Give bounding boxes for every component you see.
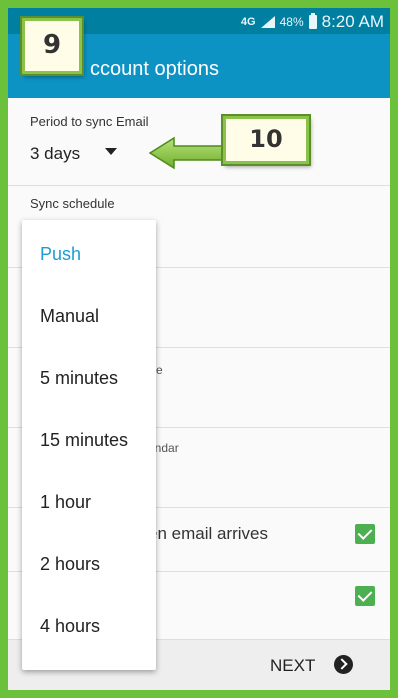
sync-schedule-dropdown: Push Manual 5 minutes 15 minutes 1 hour … (22, 220, 156, 670)
sync-period-value[interactable]: 3 days (30, 144, 80, 164)
signal-icon (260, 16, 275, 28)
option-1-hour[interactable]: 1 hour (40, 492, 91, 513)
partial-text: en email arrives (148, 524, 268, 543)
sync-schedule-label: Sync schedule (30, 196, 115, 211)
checkbox-checked-icon[interactable] (355, 524, 375, 544)
step-badge: 9 (20, 16, 84, 76)
next-button[interactable]: NEXT (270, 656, 315, 676)
option-4-hours[interactable]: 4 hours (40, 616, 100, 637)
battery-icon (308, 13, 317, 29)
network-indicator: 4G (240, 16, 256, 28)
clock: 8:20 AM (321, 12, 384, 31)
partial-text: e (156, 363, 163, 377)
checkbox-checked-icon[interactable] (355, 586, 375, 606)
option-2-hours[interactable]: 2 hours (40, 554, 100, 575)
battery-percent: 48% (279, 15, 304, 29)
sync-period-label: Period to sync Email (30, 114, 149, 129)
option-manual[interactable]: Manual (40, 306, 99, 327)
page-title: ccount options (90, 58, 219, 80)
option-push[interactable]: Push (40, 244, 81, 265)
chevron-right-icon[interactable] (334, 655, 353, 674)
arrow-left-icon (148, 136, 225, 170)
option-15-minutes[interactable]: 15 minutes (40, 430, 128, 451)
screen: 4G 48% 8:20 AM ccount options Period to … (8, 8, 390, 690)
step-badge: 10 (221, 114, 311, 166)
chevron-down-icon[interactable] (105, 148, 117, 155)
option-5-minutes[interactable]: 5 minutes (40, 368, 118, 389)
